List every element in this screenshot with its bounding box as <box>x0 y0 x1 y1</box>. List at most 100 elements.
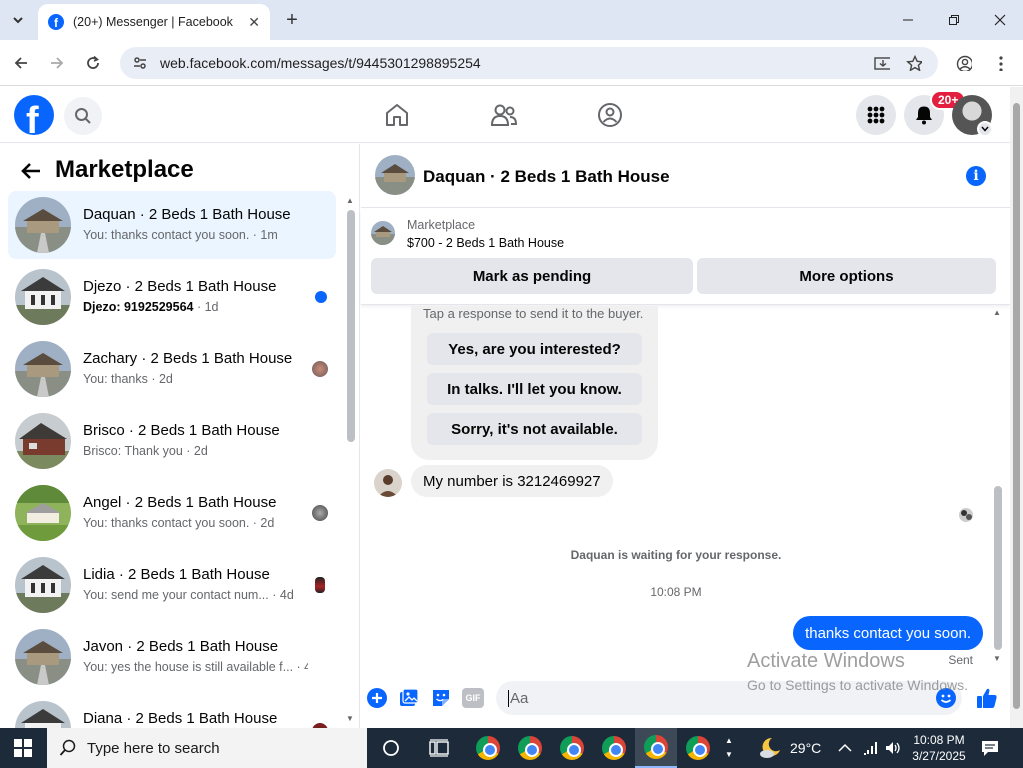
bookmark-star-icon[interactable] <box>906 55 922 71</box>
quick-reply-button[interactable]: Yes, are you interested? <box>427 333 642 365</box>
taskbar-scroll-arrows[interactable]: ▲ ▼ <box>722 728 736 768</box>
bell-icon <box>916 106 932 125</box>
taskbar-search-placeholder: Type here to search <box>87 739 220 757</box>
hidden-icons-chevron-icon[interactable] <box>838 728 852 768</box>
volume-icon[interactable] <box>884 728 902 768</box>
sidebar-scroll-up-icon[interactable]: ▲ <box>346 196 354 205</box>
conversation-item-djezo[interactable]: Djezo · 2 Beds 1 Bath House Djezo: 91925… <box>8 263 336 331</box>
facebook-top-nav: f 20+ <box>0 87 1010 143</box>
weather-moon-cloud-icon <box>760 737 780 758</box>
chrome-taskbar-icon[interactable] <box>551 728 593 768</box>
conversation-item-daquan[interactable]: Daquan · 2 Beds 1 Bath House You: thanks… <box>8 191 336 259</box>
network-icon[interactable] <box>862 728 880 768</box>
taskbar-search-box[interactable]: Type here to search <box>47 728 367 768</box>
facebook-logo-icon[interactable]: f <box>14 95 54 135</box>
back-arrow-icon[interactable] <box>20 160 42 182</box>
conversation-preview: You: thanks · 2d <box>83 372 173 386</box>
chat-scroll-down-icon[interactable]: ▼ <box>993 654 1001 663</box>
conversation-item-angel[interactable]: Angel · 2 Beds 1 Bath House You: thanks … <box>8 479 336 547</box>
tab-close-icon[interactable]: ✕ <box>248 14 260 31</box>
search-icon <box>75 108 91 124</box>
windows-start-button[interactable] <box>0 728 46 768</box>
waiting-for-response-text: Daquan is waiting for your response. <box>570 548 782 562</box>
grid-menu-icon <box>867 106 885 124</box>
listing-thumbnail[interactable] <box>371 221 395 245</box>
account-chevron-down-icon[interactable] <box>977 121 993 137</box>
info-icon[interactable]: i <box>966 166 986 186</box>
task-view-icon[interactable] <box>418 728 460 768</box>
message-composer: GIF Aa <box>361 680 1010 728</box>
chat-scroll-up-icon[interactable]: ▲ <box>993 308 1001 317</box>
page-scrollbar[interactable] <box>1010 87 1023 728</box>
browser-tab-messenger[interactable]: f (20+) Messenger | Facebook ✕ <box>38 4 270 40</box>
home-icon <box>386 104 408 126</box>
groups-icon <box>598 103 622 127</box>
quick-reply-button[interactable]: In talks. I'll let you know. <box>427 373 642 405</box>
sender-avatar[interactable] <box>374 469 402 497</box>
tab-search-chevron-icon[interactable] <box>6 8 30 32</box>
new-tab-plus-icon[interactable]: + <box>280 8 304 32</box>
cortana-circle-icon[interactable] <box>370 728 412 768</box>
conversation-item-lidia[interactable]: Lidia · 2 Beds 1 Bath House You: send me… <box>8 551 336 619</box>
more-actions-plus-icon[interactable] <box>367 688 387 708</box>
close-window-icon[interactable] <box>977 0 1023 40</box>
message-input[interactable]: Aa <box>496 681 962 715</box>
windows-taskbar: Type here to search ▲ ▼ 29°C 10:08 PM 3/2… <box>0 728 1023 768</box>
conversation-preview: Brisco: Thank you · 2d <box>83 444 208 458</box>
sticker-icon[interactable] <box>431 688 451 708</box>
site-info-icon[interactable] <box>132 55 148 71</box>
taskbar-clock[interactable]: 10:08 PM 3/27/2025 <box>905 732 973 764</box>
emoji-icon[interactable] <box>936 688 956 708</box>
more-options-button[interactable]: More options <box>697 258 996 294</box>
conversation-item-zachary[interactable]: Zachary · 2 Beds 1 Bath House You: thank… <box>8 335 336 403</box>
chat-scrollbar[interactable] <box>994 486 1002 650</box>
sidebar-title: Marketplace <box>55 156 194 183</box>
attach-photo-icon[interactable] <box>399 688 419 708</box>
conversation-preview: Djezo: 9192529564 · 1d <box>83 300 219 314</box>
thumbs-up-like-icon[interactable] <box>975 686 999 710</box>
conversation-name: Brisco · 2 Beds 1 Bath House <box>83 422 280 439</box>
conversation-item-brisco[interactable]: Brisco · 2 Beds 1 Bath House Brisco: Tha… <box>8 407 336 475</box>
reload-icon[interactable] <box>81 51 105 75</box>
chrome-taskbar-icon[interactable] <box>467 728 509 768</box>
chat-title[interactable]: Daquan · 2 Beds 1 Bath House <box>423 167 670 187</box>
home-nav-button[interactable] <box>377 99 417 131</box>
action-center-icon[interactable] <box>980 728 1000 768</box>
minimize-icon[interactable] <box>885 0 931 40</box>
chat-listing-avatar[interactable] <box>375 155 415 195</box>
sidebar-scroll-down-icon[interactable]: ▼ <box>346 714 354 723</box>
tab-title: (20+) Messenger | Facebook <box>73 15 233 29</box>
conversation-preview: You: send me your contact num... · 4d <box>83 588 294 602</box>
weather-widget[interactable]: 29°C <box>758 728 821 768</box>
conversation-preview: You: thanks contact you soon. · 1m <box>83 228 278 242</box>
chrome-taskbar-icon[interactable] <box>509 728 551 768</box>
facebook-search-button[interactable] <box>64 97 102 135</box>
conversation-name: Angel · 2 Beds 1 Bath House <box>83 494 277 511</box>
page-scrollbar-thumb[interactable] <box>1013 103 1020 709</box>
chat-header: Daquan · 2 Beds 1 Bath House i <box>361 144 1010 208</box>
chrome-taskbar-icon-active[interactable] <box>635 728 677 768</box>
house-thumbnail <box>15 485 71 541</box>
chrome-taskbar-icon[interactable] <box>593 728 635 768</box>
friends-nav-button[interactable] <box>484 99 524 131</box>
url-omnibox[interactable]: web.facebook.com/messages/t/944530129889… <box>120 47 938 79</box>
browser-menu-kebab-icon[interactable] <box>993 55 1009 71</box>
back-arrow-icon[interactable] <box>9 51 33 75</box>
groups-nav-button[interactable] <box>590 99 630 131</box>
menu-grid-button[interactable] <box>856 95 896 135</box>
house-thumbnail <box>15 413 71 469</box>
sidebar-scrollbar[interactable] <box>347 210 355 442</box>
forward-arrow-icon[interactable] <box>45 51 69 75</box>
seen-by-avatar <box>959 508 973 522</box>
chrome-taskbar-icon[interactable] <box>677 728 719 768</box>
mark-as-pending-button[interactable]: Mark as pending <box>371 258 693 294</box>
profile-account-icon[interactable] <box>956 55 972 71</box>
facebook-favicon-icon: f <box>48 14 64 30</box>
listing-price-title[interactable]: $700 - 2 Beds 1 Bath House <box>407 236 564 250</box>
conversation-item-javon[interactable]: Javon · 2 Beds 1 Bath House You: yes the… <box>8 623 336 691</box>
quick-reply-button[interactable]: Sorry, it's not available. <box>427 413 642 445</box>
restore-icon[interactable] <box>931 0 977 40</box>
conversation-item-diana[interactable]: Diana · 2 Beds 1 Bath House <box>8 695 336 728</box>
gif-icon[interactable]: GIF <box>462 688 484 708</box>
install-app-icon[interactable] <box>874 55 890 71</box>
